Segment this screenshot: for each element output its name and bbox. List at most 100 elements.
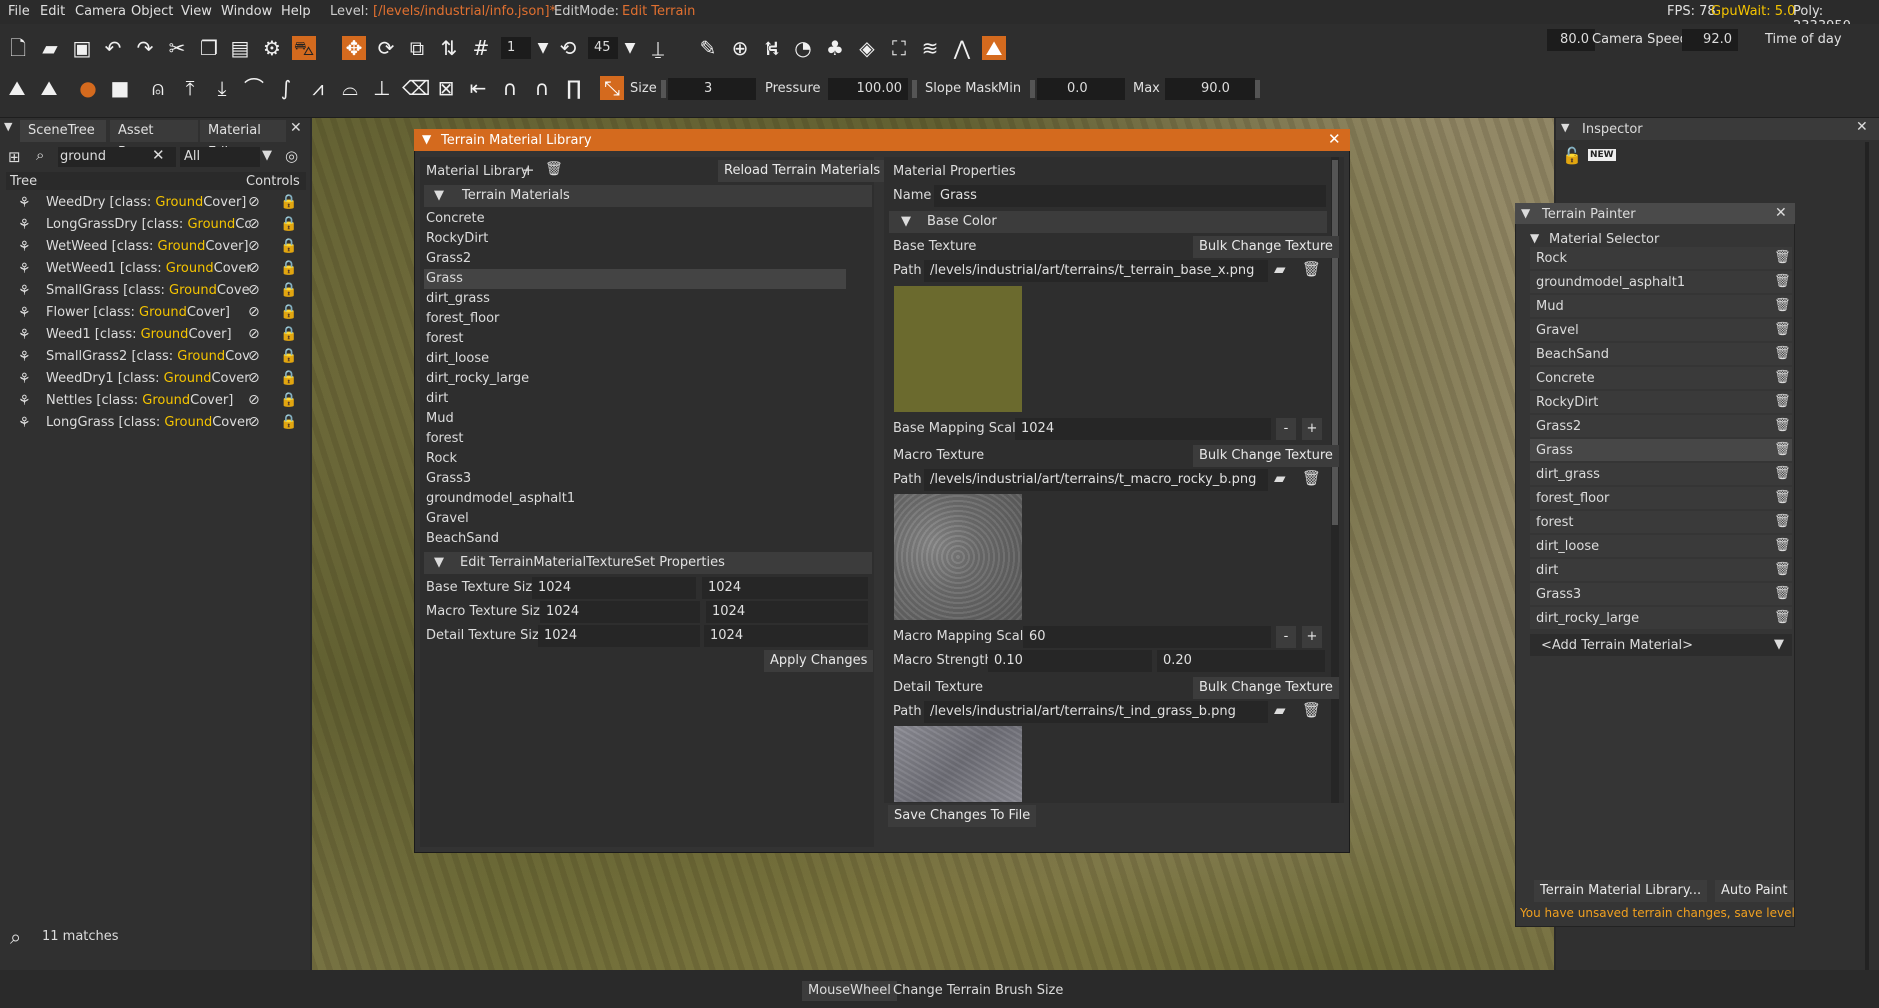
save-icon[interactable]: ▣ <box>70 36 94 60</box>
macro-browse-folder-icon[interactable]: ▰ <box>1274 469 1286 487</box>
fov-value[interactable]: 80.0 <box>1547 29 1595 51</box>
remove-material-icon[interactable]: 🗑 <box>1774 562 1791 577</box>
slope-min-slider-handle[interactable] <box>1030 80 1035 98</box>
undo-icon[interactable]: ↶ <box>101 36 125 60</box>
add-material-icon[interactable]: + <box>522 161 535 179</box>
remove-material-icon[interactable]: 🗑 <box>1774 274 1791 289</box>
smooth-slope-icon[interactable]: ∫ <box>274 76 298 100</box>
tree-row[interactable]: ⚘ WetWeed [class: GroundCover] ⊘ 🔒 <box>6 236 306 258</box>
inspector-collapse-icon[interactable]: ▼ <box>1561 121 1569 134</box>
terrain-material-item[interactable]: dirt_loose <box>424 349 846 369</box>
lock-icon[interactable]: 🔒 <box>280 194 297 210</box>
terrain-material-library-button[interactable]: Terrain Material Library... <box>1534 880 1708 902</box>
macro-bulk-change-button[interactable]: Bulk Change Texture <box>1193 445 1339 467</box>
copy-icon[interactable]: ❐ <box>197 36 221 60</box>
macro-texture-size-b[interactable]: 1024 <box>706 601 868 623</box>
terrain-materials-collapse-icon[interactable]: ▼ <box>434 188 444 203</box>
base-color-header[interactable]: Base Color <box>889 211 1327 233</box>
terrain-material-item[interactable]: BeachSand <box>424 529 846 549</box>
painter-material-item[interactable]: groundmodel_asphalt1 🗑 <box>1530 271 1792 293</box>
macro-texture-size-a[interactable]: 1024 <box>540 601 700 623</box>
tml-close-icon[interactable]: ✕ <box>1328 130 1341 148</box>
auto-paint-button[interactable]: Auto Paint <box>1715 880 1794 902</box>
macro-mapping-minus-button[interactable]: - <box>1276 626 1296 648</box>
fill-material-icon[interactable]: ∏ <box>562 76 586 100</box>
inspector-scrollbar[interactable] <box>1865 142 1869 972</box>
terrain-material-item[interactable]: Grass2 <box>424 249 846 269</box>
paint-material-icon[interactable]: ∩ <box>530 76 554 100</box>
base-clear-texture-icon[interactable]: 🗑 <box>1302 260 1321 278</box>
tree-row[interactable]: ⚘ WetWeed1 [class: GroundCover] ⊘ 🔒 <box>6 258 306 280</box>
scale-tool-icon[interactable]: ⧉ <box>405 36 429 60</box>
painter-material-item[interactable]: RockyDirt 🗑 <box>1530 391 1792 413</box>
remove-material-icon[interactable]: 🗑 <box>1774 250 1791 265</box>
apply-changes-button[interactable]: Apply Changes <box>764 650 874 672</box>
slope-max-input[interactable]: 90.0 <box>1165 78 1255 100</box>
square-brush-icon[interactable]: ■ <box>108 76 132 100</box>
visibility-toggle-icon[interactable]: ⊘ <box>248 414 260 430</box>
pencil-icon[interactable]: ✎ <box>696 36 720 60</box>
texset-header[interactable]: Edit TerrainMaterialTextureSet Propertie… <box>424 552 872 574</box>
terrain-material-item[interactable]: Grass3 <box>424 469 846 489</box>
painter-material-item[interactable]: Gravel 🗑 <box>1530 319 1792 341</box>
remove-material-icon[interactable]: 🗑 <box>1774 538 1791 553</box>
base-texture-size-b[interactable]: 1024 <box>702 577 868 599</box>
lock-icon[interactable]: 🔒 <box>280 238 297 254</box>
base-mapping-minus-button[interactable]: - <box>1276 418 1296 440</box>
inspector-new-badge[interactable]: NEW <box>1588 149 1616 161</box>
properties-scrollbar-thumb[interactable] <box>1332 160 1338 525</box>
remove-material-icon[interactable]: 🗑 <box>1774 490 1791 505</box>
decal-tool-icon[interactable]: ◔ <box>791 36 815 60</box>
painter-material-item[interactable]: Grass3 🗑 <box>1530 583 1792 605</box>
cut-icon[interactable]: ✂ <box>165 36 189 60</box>
tree-row[interactable]: ⚘ LongGrass [class: GroundCover] ⊘ 🔒 <box>6 412 306 434</box>
inspector-lock-icon[interactable]: 🔓 <box>1562 146 1582 165</box>
base-mapping-plus-button[interactable]: + <box>1302 418 1322 440</box>
remove-material-icon[interactable]: 🗑 <box>1774 370 1791 385</box>
terrain-material-item[interactable]: groundmodel_asphalt1 <box>424 489 846 509</box>
smooth-icon[interactable]: ⌒ <box>242 76 266 100</box>
base-path-input[interactable]: /levels/industrial/art/terrains/t_terrai… <box>924 260 1268 282</box>
remove-material-icon[interactable]: 🗑 <box>1774 586 1791 601</box>
restore-icon[interactable]: ⊠ <box>434 76 458 100</box>
base-bulk-change-button[interactable]: Bulk Change Texture <box>1193 236 1339 258</box>
inspector-close-icon[interactable]: ✕ <box>1856 119 1868 135</box>
lock-icon[interactable]: 🔒 <box>280 260 297 276</box>
pressure-slider-handle[interactable] <box>912 80 917 98</box>
select-terrain-alt-icon[interactable]: ⛰ <box>37 76 61 100</box>
vehicle-icon[interactable]: ⛍ <box>292 36 316 60</box>
macro-mapping-scale-input[interactable]: 60 <box>1023 626 1271 648</box>
remove-material-icon[interactable]: 🗑 <box>1774 514 1791 529</box>
painter-material-item[interactable]: Concrete 🗑 <box>1530 367 1792 389</box>
remove-material-icon[interactable]: 🗑 <box>1774 298 1791 313</box>
terrain-material-item[interactable]: Grass <box>424 269 846 289</box>
lock-icon[interactable]: 🔒 <box>280 414 297 430</box>
filter-select[interactable]: All <box>180 147 260 167</box>
tree-row[interactable]: ⚘ WeedDry [class: GroundCover] ⊘ 🔒 <box>6 192 306 214</box>
terrain-material-item[interactable]: Concrete <box>424 209 846 229</box>
lock-icon[interactable]: 🔒 <box>280 216 297 232</box>
menu-file[interactable]: File <box>8 4 30 19</box>
grid-snap-icon[interactable]: # <box>469 36 493 60</box>
clear-search-icon[interactable]: ✕ <box>152 146 165 164</box>
menu-camera[interactable]: Camera <box>75 4 126 19</box>
grid-snap-value[interactable]: 1 <box>501 37 531 59</box>
menu-edit[interactable]: Edit <box>40 4 65 19</box>
terrain-material-item[interactable]: Mud <box>424 409 846 429</box>
painter-material-item[interactable]: Rock 🗑 <box>1530 247 1792 269</box>
detail-texture-size-b[interactable]: 1024 <box>704 625 868 647</box>
terrain-material-item[interactable]: Gravel <box>424 509 846 529</box>
menu-view[interactable]: View <box>181 4 212 19</box>
filter-options-icon[interactable]: ◎ <box>285 147 298 165</box>
lock-icon[interactable]: 🔒 <box>280 326 297 342</box>
tab-material-editor[interactable]: Material Edi... <box>200 120 286 160</box>
terrain-material-item[interactable]: dirt <box>424 389 846 409</box>
road-tool-icon[interactable]: ⛕ <box>760 36 784 60</box>
terrain-material-item[interactable]: forest <box>424 429 846 449</box>
visibility-toggle-icon[interactable]: ⊘ <box>248 282 260 298</box>
size-input[interactable]: 3 <box>668 78 756 100</box>
painter-material-item[interactable]: dirt_rocky_large 🗑 <box>1530 607 1792 629</box>
pressure-input[interactable]: 100.00 <box>828 78 908 100</box>
tree-row[interactable]: ⚘ WeedDry1 [class: GroundCover] ⊘ 🔒 <box>6 368 306 390</box>
remove-material-icon[interactable]: 🗑 <box>1774 466 1791 481</box>
